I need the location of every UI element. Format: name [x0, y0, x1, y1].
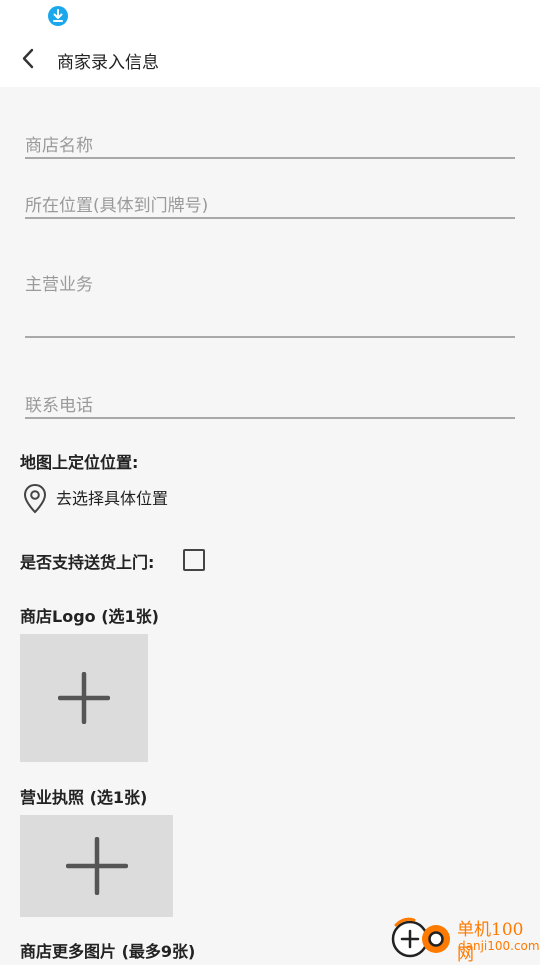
license-upload-button[interactable] — [20, 815, 173, 917]
watermark-url: danji100.com — [458, 939, 540, 953]
license-label: 营业执照 (选1张) — [20, 788, 148, 807]
business-placeholder: 主营业务 — [25, 275, 93, 295]
app-bar: 商家录入信息 — [0, 32, 540, 87]
address-placeholder: 所在位置(具体到门牌号) — [25, 196, 209, 216]
delivery-checkbox[interactable] — [183, 549, 205, 571]
address-field[interactable]: 所在位置(具体到门牌号) — [25, 178, 515, 219]
choose-location-text: 去选择具体位置 — [56, 489, 169, 508]
phone-field[interactable]: 联系电话 — [25, 378, 515, 419]
logo-upload-button[interactable] — [20, 634, 148, 762]
shop-name-field[interactable]: 商店名称 — [25, 118, 515, 159]
download-icon — [48, 6, 68, 26]
chevron-left-icon — [22, 48, 34, 69]
page-title: 商家录入信息 — [57, 53, 159, 73]
location-pin-icon — [23, 483, 47, 514]
watermark: 单机100网 danji100.com — [390, 915, 540, 965]
more-photos-label: 商店更多图片 (最多9张) — [20, 942, 196, 961]
map-location-label: 地图上定位位置: — [20, 453, 139, 472]
shop-name-placeholder: 商店名称 — [25, 136, 93, 156]
delivery-label: 是否支持送货上门: — [20, 553, 155, 572]
back-button[interactable] — [14, 44, 44, 74]
business-field[interactable]: 主营业务 — [25, 258, 515, 338]
plus-icon — [58, 672, 110, 724]
phone-placeholder: 联系电话 — [25, 396, 93, 416]
watermark-logo-icon — [391, 917, 450, 958]
choose-location-button[interactable]: 去选择具体位置 — [22, 483, 222, 515]
plus-icon — [66, 837, 128, 895]
status-bar — [0, 0, 540, 32]
logo-label: 商店Logo (选1张) — [20, 607, 159, 626]
